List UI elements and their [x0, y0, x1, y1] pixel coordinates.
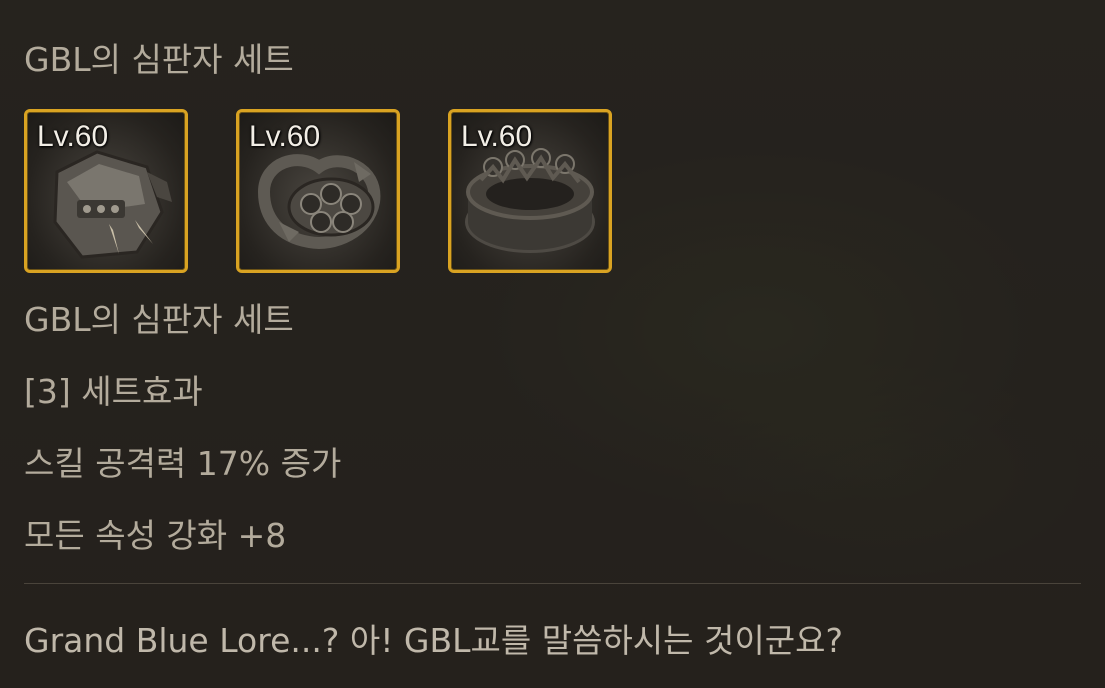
- set-title: GBL의 심판자 세트: [24, 40, 294, 79]
- item-slot-bracelet[interactable]: Lv.60: [236, 109, 400, 273]
- set-name: GBL의 심판자 세트: [24, 300, 294, 339]
- set-items-row: Lv.60 Lv.60 Lv.60: [24, 109, 612, 273]
- item-slot-ring[interactable]: Lv.60: [448, 109, 612, 273]
- flavor-text: Grand Blue Lore...? 아! GBL교를 말씀하시는 것이군요?: [24, 621, 843, 660]
- item-level-label: Lv.60: [461, 120, 533, 153]
- item-set-tooltip: GBL의 심판자 세트 Lv.60 Lv.60 Lv.60 GBL의 심판자 세…: [0, 0, 1105, 688]
- item-slot-gauntlet[interactable]: Lv.60: [24, 109, 188, 273]
- set-effect-skill-attack: 스킬 공격력 17% 증가: [24, 444, 342, 483]
- divider: [24, 583, 1081, 584]
- item-level-label: Lv.60: [37, 120, 109, 153]
- item-level-label: Lv.60: [249, 120, 321, 153]
- set-effect-all-element: 모든 속성 강화 +8: [24, 516, 287, 555]
- set-effect-header: [3] 세트효과: [24, 372, 203, 411]
